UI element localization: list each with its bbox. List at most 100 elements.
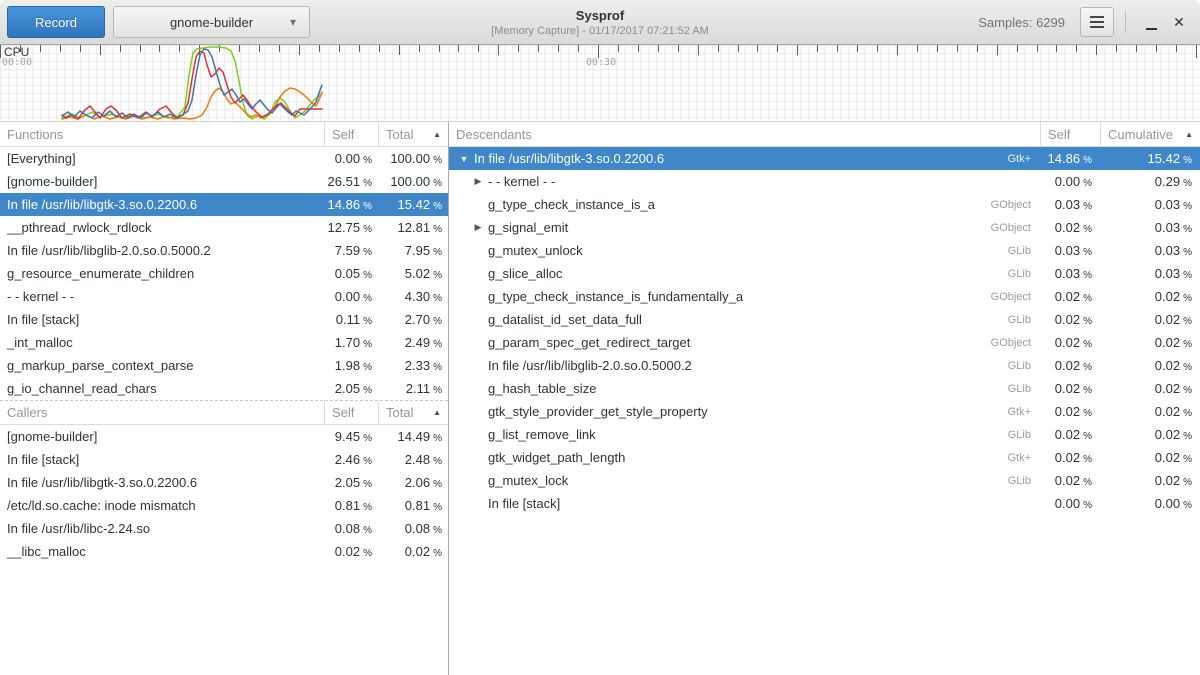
- percent-value: 0.02: [1155, 335, 1180, 350]
- column-header-self[interactable]: Self: [324, 401, 378, 424]
- table-row[interactable]: - - kernel - -0.00%4.30%: [0, 285, 448, 308]
- tree-row[interactable]: g_list_remove_linkGLib0.02%0.02%: [449, 423, 1200, 446]
- table-row[interactable]: [gnome-builder]26.51%100.00%: [0, 170, 448, 193]
- library-tag: GLib: [1008, 314, 1040, 326]
- tree-row[interactable]: ▶g_signal_emitGObject0.02%0.03%: [449, 216, 1200, 239]
- percent-sign: %: [1083, 339, 1092, 350]
- tree-row[interactable]: In file /usr/lib/libglib-2.0.so.0.5000.2…: [449, 354, 1200, 377]
- tree-row[interactable]: g_mutex_unlockGLib0.03%0.03%: [449, 239, 1200, 262]
- percent-sign: %: [433, 270, 442, 281]
- percent-value: 0.00: [335, 289, 360, 304]
- percent-value: 2.48: [405, 452, 430, 467]
- table-row[interactable]: __libc_malloc0.02%0.02%: [0, 540, 448, 563]
- percent-value: 0.02: [1155, 473, 1180, 488]
- expander-open-icon[interactable]: ▼: [457, 154, 471, 164]
- table-row[interactable]: __pthread_rwlock_rdlock12.75%12.81%: [0, 216, 448, 239]
- self-percent: 0.02%: [1040, 220, 1100, 235]
- cpu-graph[interactable]: CPU 00:00 00:30: [0, 45, 1200, 122]
- function-name: In file /usr/lib/libgtk-3.so.0.2200.6: [0, 475, 324, 490]
- column-header-self[interactable]: Self: [1040, 122, 1100, 146]
- column-header-functions[interactable]: Functions: [0, 122, 324, 146]
- table-row[interactable]: [gnome-builder]9.45%14.49%: [0, 425, 448, 448]
- tree-row[interactable]: g_type_check_instance_is_aGObject0.03%0.…: [449, 193, 1200, 216]
- percent-value: 0.05: [335, 266, 360, 281]
- percent-value: 0.02: [1055, 427, 1080, 442]
- table-row[interactable]: _int_malloc1.70%2.49%: [0, 331, 448, 354]
- total-percent: 2.49%: [378, 335, 448, 350]
- table-row[interactable]: In file [stack]2.46%2.48%: [0, 448, 448, 471]
- library-tag: GLib: [1008, 360, 1040, 372]
- tree-row[interactable]: g_slice_allocGLib0.03%0.03%: [449, 262, 1200, 285]
- process-selector-dropdown[interactable]: gnome-builder ▾: [113, 6, 310, 38]
- column-header-self[interactable]: Self: [324, 122, 378, 146]
- percent-sign: %: [363, 201, 372, 212]
- percent-sign: %: [363, 155, 372, 166]
- column-header-self-label: Self: [332, 405, 354, 420]
- percent-sign: %: [1183, 385, 1192, 396]
- function-name: g_type_check_instance_is_fundamentally_a: [485, 289, 991, 304]
- function-name: In file /usr/lib/libgtk-3.so.0.2200.6: [471, 151, 1007, 166]
- percent-sign: %: [363, 502, 372, 513]
- column-header-total[interactable]: Total ▲: [378, 401, 448, 424]
- percent-value: 7.59: [335, 243, 360, 258]
- total-percent: 12.81%: [378, 220, 448, 235]
- percent-value: 0.02: [1155, 404, 1180, 419]
- expander-closed-icon[interactable]: ▶: [471, 176, 485, 187]
- descendants-header-row: Descendants Self Cumulative ▲: [449, 122, 1200, 147]
- percent-value: 0.03: [1155, 220, 1180, 235]
- percent-sign: %: [1183, 178, 1192, 189]
- percent-sign: %: [1083, 431, 1092, 442]
- tree-row[interactable]: g_datalist_id_set_data_fullGLib0.02%0.02…: [449, 308, 1200, 331]
- percent-sign: %: [1083, 247, 1092, 258]
- total-percent: 0.02%: [378, 544, 448, 559]
- total-percent: 0.08%: [378, 521, 448, 536]
- expander-closed-icon[interactable]: ▶: [471, 222, 485, 233]
- record-button[interactable]: Record: [7, 6, 105, 38]
- header-bar: Record gnome-builder ▾ Sysprof [Memory C…: [0, 0, 1200, 45]
- total-percent: 0.81%: [378, 498, 448, 513]
- tree-row[interactable]: ▼In file /usr/lib/libgtk-3.so.0.2200.6Gt…: [449, 147, 1200, 170]
- cumulative-percent: 0.02%: [1100, 450, 1200, 465]
- self-percent: 0.02%: [324, 544, 378, 559]
- cumulative-percent: 0.03%: [1100, 243, 1200, 258]
- table-row[interactable]: In file /usr/lib/libgtk-3.so.0.2200.614.…: [0, 193, 448, 216]
- table-row[interactable]: In file /usr/lib/libgtk-3.so.0.2200.62.0…: [0, 471, 448, 494]
- menu-button[interactable]: [1080, 7, 1114, 37]
- table-row[interactable]: g_markup_parse_context_parse1.98%2.33%: [0, 354, 448, 377]
- tree-row[interactable]: gtk_style_provider_get_style_propertyGtk…: [449, 400, 1200, 423]
- percent-sign: %: [433, 362, 442, 373]
- close-button[interactable]: ✕: [1165, 7, 1193, 37]
- table-row[interactable]: [Everything]0.00%100.00%: [0, 147, 448, 170]
- column-header-descendants[interactable]: Descendants: [449, 122, 1040, 146]
- percent-sign: %: [363, 247, 372, 258]
- cumulative-percent: 0.02%: [1100, 427, 1200, 442]
- column-header-callers[interactable]: Callers: [0, 401, 324, 424]
- percent-value: 12.81: [398, 220, 431, 235]
- tree-row[interactable]: In file [stack]0.00%0.00%: [449, 492, 1200, 515]
- table-row[interactable]: In file /usr/lib/libglib-2.0.so.0.5000.2…: [0, 239, 448, 262]
- tree-row[interactable]: gtk_widget_path_lengthGtk+0.02%0.02%: [449, 446, 1200, 469]
- percent-value: 0.02: [1055, 289, 1080, 304]
- cumulative-percent: 0.02%: [1100, 381, 1200, 396]
- percent-value: 0.02: [1155, 312, 1180, 327]
- library-tag: GObject: [991, 337, 1040, 349]
- table-row[interactable]: g_io_channel_read_chars2.05%2.11%: [0, 377, 448, 400]
- time-label-mid: 00:30: [586, 57, 616, 68]
- tree-row[interactable]: g_type_check_instance_is_fundamentally_a…: [449, 285, 1200, 308]
- tree-row[interactable]: g_hash_table_sizeGLib0.02%0.02%: [449, 377, 1200, 400]
- table-row[interactable]: In file /usr/lib/libc-2.24.so0.08%0.08%: [0, 517, 448, 540]
- descendants-panel: Descendants Self Cumulative ▲ ▼In file /…: [449, 122, 1200, 515]
- tree-row[interactable]: g_param_spec_get_redirect_targetGObject0…: [449, 331, 1200, 354]
- column-header-total[interactable]: Total ▲: [378, 122, 448, 146]
- sysprof-window: Record gnome-builder ▾ Sysprof [Memory C…: [0, 0, 1200, 675]
- table-row[interactable]: /etc/ld.so.cache: inode mismatch0.81%0.8…: [0, 494, 448, 517]
- tree-row[interactable]: g_mutex_lockGLib0.02%0.02%: [449, 469, 1200, 492]
- table-row[interactable]: g_resource_enumerate_children0.05%5.02%: [0, 262, 448, 285]
- tree-row[interactable]: ▶- - kernel - -0.00%0.29%: [449, 170, 1200, 193]
- table-row[interactable]: In file [stack]0.11%2.70%: [0, 308, 448, 331]
- percent-sign: %: [363, 433, 372, 444]
- left-pane: Functions Self Total ▲ [Everything]0.00%…: [0, 122, 449, 675]
- percent-sign: %: [1083, 293, 1092, 304]
- minimize-button[interactable]: [1137, 7, 1165, 37]
- column-header-cumulative[interactable]: Cumulative ▲: [1100, 122, 1200, 146]
